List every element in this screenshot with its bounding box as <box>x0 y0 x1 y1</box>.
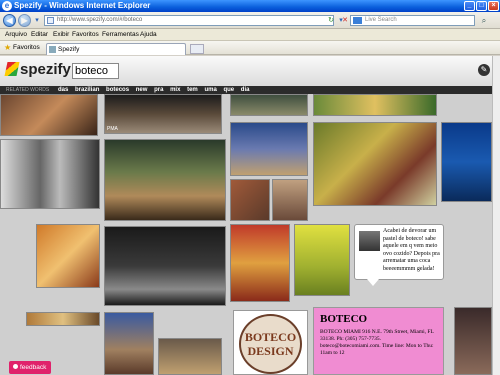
minimize-button[interactable]: _ <box>464 1 475 11</box>
search-input[interactable]: Live Search <box>350 15 475 26</box>
photo-tile[interactable]: PMA <box>104 94 222 134</box>
photo-tile[interactable] <box>158 338 222 375</box>
menu-item-arquivo[interactable]: Arquivo <box>5 29 27 41</box>
feedback-button[interactable]: feedback <box>9 361 52 374</box>
title-bar: e Spezify - Windows Internet Explorer _ … <box>0 0 500 12</box>
related-word[interactable]: que <box>223 87 234 93</box>
menu-item-favoritos[interactable]: Favoritos <box>72 29 99 41</box>
photo-tile[interactable] <box>441 122 492 202</box>
logo-line: DESIGN <box>247 344 294 358</box>
related-words-list: das brazilian botecos new pra mix tem um… <box>58 86 254 94</box>
photo-tile[interactable] <box>313 94 437 116</box>
photo-tile[interactable] <box>313 122 437 206</box>
boteco-text-card[interactable]: BOTECO BOTECO MIAMI 916 N.E. 79th Street… <box>313 307 444 375</box>
tab-title: Spezify <box>58 46 80 53</box>
wrench-icon[interactable]: ✎ <box>478 64 490 76</box>
boteco-design-emblem: BOTECO DESIGN <box>239 314 302 374</box>
favorites-star-icon[interactable]: ★ <box>4 43 11 52</box>
related-words-bar: RELATED WORDS das brazilian botecos new … <box>0 86 500 94</box>
live-search-icon <box>353 17 362 24</box>
photo-tile[interactable] <box>0 139 100 209</box>
related-word[interactable]: mix <box>170 87 180 93</box>
speech-tail <box>367 279 379 286</box>
related-word[interactable]: pra <box>154 87 163 93</box>
menu-item-exibir[interactable]: Exibir <box>53 29 69 41</box>
back-button[interactable]: ◀ <box>3 14 16 27</box>
window-title: Spezify - Windows Internet Explorer <box>14 1 151 10</box>
related-words-label: RELATED WORDS <box>6 87 50 93</box>
vertical-scrollbar[interactable] <box>492 56 500 375</box>
related-word[interactable]: das <box>58 87 68 93</box>
page-content: spezify boteco ✎ RELATED WORDS das brazi… <box>0 56 500 375</box>
related-word[interactable]: brazilian <box>75 87 99 93</box>
page-icon <box>47 17 54 24</box>
tab-spezify[interactable]: Spezify <box>46 43 186 55</box>
menu-item-ferramentas[interactable]: Ferramentas <box>102 29 139 41</box>
photo-tile[interactable] <box>294 224 350 296</box>
address-field[interactable]: http://www.spezify.com/#/boteco <box>44 15 334 26</box>
stop-icon[interactable]: ✕ <box>340 15 350 26</box>
menu-item-editar[interactable]: Editar <box>31 29 48 41</box>
related-word[interactable]: botecos <box>106 87 129 93</box>
search-placeholder: Live Search <box>365 17 397 23</box>
history-dropdown-icon[interactable]: ▾ <box>32 15 42 26</box>
maximize-button[interactable]: □ <box>476 1 487 11</box>
close-button[interactable]: × <box>488 1 499 11</box>
photo-tile[interactable] <box>26 312 100 326</box>
browser-window: e Spezify - Windows Internet Explorer _ … <box>0 0 500 375</box>
ie-logo-icon: e <box>2 1 12 11</box>
logo-line: BOTECO <box>244 330 297 344</box>
tweet-text: Acabei de devorar um pastel de boteco! s… <box>383 228 440 272</box>
related-word[interactable]: uma <box>204 87 216 93</box>
refresh-icon[interactable]: ↻ <box>326 15 336 26</box>
avatar <box>359 231 380 251</box>
related-word[interactable]: tem <box>187 87 198 93</box>
search-icon[interactable]: ⌕ <box>478 15 490 26</box>
tab-page-icon <box>49 46 56 53</box>
new-tab-button[interactable] <box>190 44 204 54</box>
related-word[interactable]: dia <box>241 87 250 93</box>
photo-tile[interactable] <box>104 312 154 375</box>
photo-tile[interactable] <box>104 139 226 221</box>
query-input[interactable]: boteco <box>72 63 119 79</box>
photo-tile[interactable] <box>230 122 308 176</box>
favorites-button[interactable]: Favoritos <box>13 41 40 55</box>
menu-bar: Arquivo Editar Exibir Favoritos Ferramen… <box>0 29 500 41</box>
photo-tile[interactable] <box>272 179 308 221</box>
related-word[interactable]: new <box>136 87 148 93</box>
address-toolbar: ◀ ▶ ▾ http://www.spezify.com/#/boteco ▾ … <box>0 12 500 29</box>
spezify-header: spezify boteco ✎ <box>0 56 500 86</box>
card-body: BOTECO MIAMI 916 N.E. 79th Street, Miami… <box>320 329 434 356</box>
feedback-icon <box>13 364 18 369</box>
forward-button[interactable]: ▶ <box>18 14 31 27</box>
photo-tile[interactable] <box>36 224 100 288</box>
menu-item-ajuda[interactable]: Ajuda <box>140 29 157 41</box>
photo-tile[interactable] <box>230 224 290 302</box>
spezify-mark-icon <box>4 62 20 76</box>
photo-tile[interactable] <box>0 94 98 136</box>
feedback-label: feedback <box>20 364 47 371</box>
card-heading: BOTECO <box>320 313 368 325</box>
address-url: http://www.spezify.com/#/boteco <box>57 17 143 23</box>
logo-text: spezify <box>20 61 71 78</box>
tweet-card[interactable]: Acabei de devorar um pastel de boteco! s… <box>354 224 444 286</box>
boteco-design-logo[interactable]: BOTECO DESIGN <box>233 310 308 375</box>
photo-tile[interactable] <box>230 94 308 116</box>
favorites-bar: ★ Favoritos Spezify <box>0 41 500 55</box>
photo-tile[interactable] <box>104 226 226 306</box>
photo-caption: PMA <box>107 126 118 132</box>
spezify-logo[interactable]: spezify <box>4 61 71 81</box>
photo-tile[interactable] <box>454 307 492 375</box>
photo-tile[interactable] <box>230 179 270 221</box>
